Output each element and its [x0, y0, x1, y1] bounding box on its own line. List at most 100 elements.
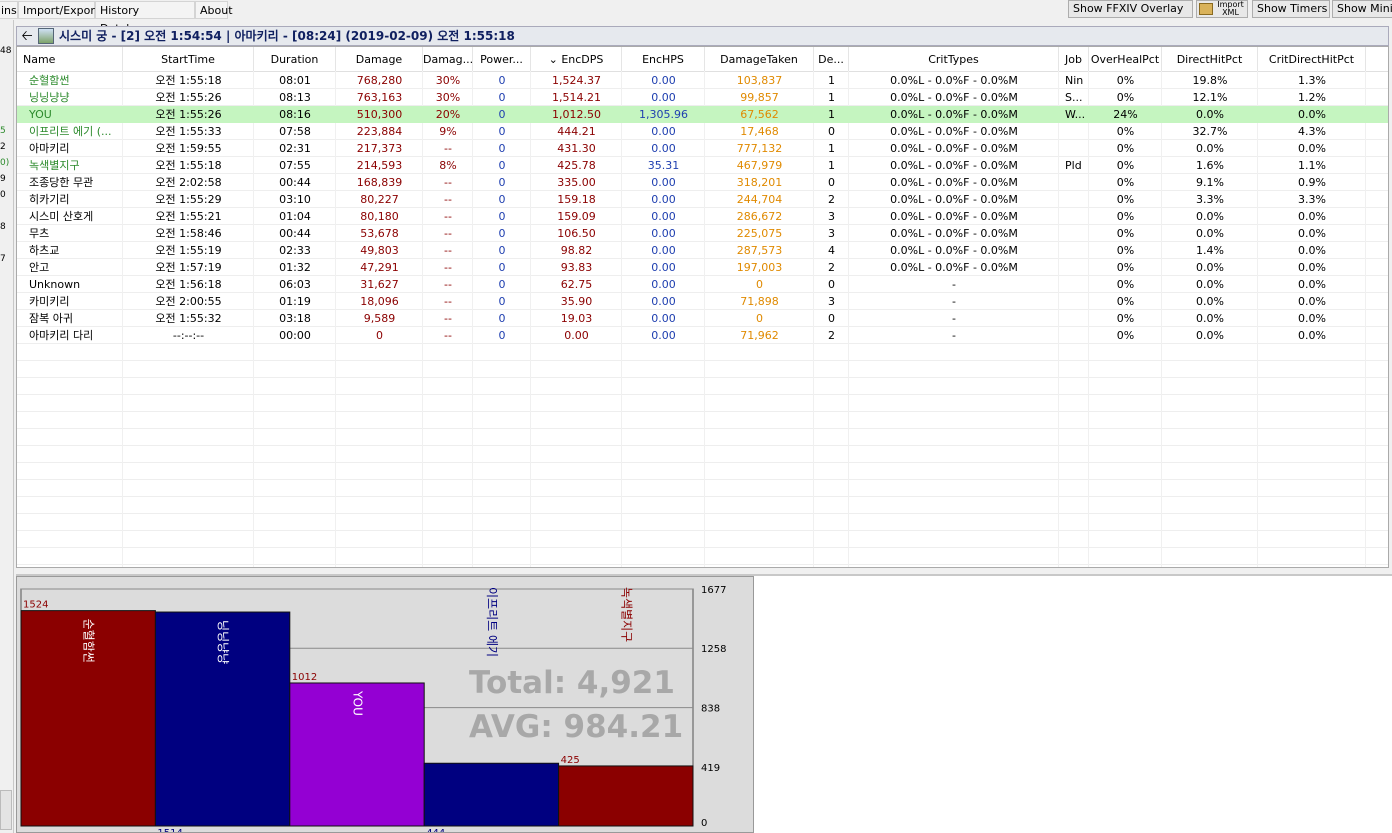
- grid-line: [17, 530, 1388, 531]
- bar-category-label: 순혈함썬: [82, 619, 96, 663]
- chart-area: 1677 1258 838 419 0 Total: 4,921 AVG: 984.21 15…: [16, 574, 1392, 833]
- table-cell-dmgpct: --: [444, 329, 452, 342]
- table-cell-power: 0: [498, 312, 506, 325]
- table-cell-encdps: 0.00: [564, 329, 589, 342]
- table-cell-deaths: 2: [828, 193, 835, 206]
- menu-plugins[interactable]: ins: [0, 1, 18, 19]
- column-header-label: OverHealPct: [1090, 53, 1160, 66]
- table-cell-overheal: 0%: [1116, 125, 1135, 138]
- table-row[interactable]: 카미키리 오전 2:00:55 01:19 18,096 -- 0 35.90 0.00 71,…: [17, 293, 1388, 310]
- table-row[interactable]: 하츠교 오전 1:55:19 02:33 49,803 -- 0 98.82 0.00 287,…: [17, 242, 1388, 259]
- column-header[interactable]: ⌄ EncDPS: [531, 47, 622, 71]
- table-cell-cdh: 0.0%: [1298, 227, 1326, 240]
- column-header[interactable]: Damag...: [423, 47, 473, 71]
- table-cell-dur: 08:16: [279, 108, 311, 121]
- show-ffxiv-overlay-button[interactable]: Show FFXIV Overlay: [1068, 0, 1193, 18]
- table-cell-crit: 0.0%L - 0.0%F - 0.0%M: [890, 142, 1018, 155]
- column-header[interactable]: De...: [814, 47, 849, 71]
- column-header-label: Power...: [480, 53, 523, 66]
- table-cell-cdh: 0.0%: [1298, 312, 1326, 325]
- table-cell-overheal: 0%: [1116, 261, 1135, 274]
- table-row[interactable]: 닝닝냥냥 오전 1:55:26 08:13 763,163 30% 0 1,514.21 0.…: [17, 89, 1388, 106]
- table-cell-deaths: 0: [828, 278, 835, 291]
- table-row[interactable]: 녹색별지구 오전 1:55:18 07:55 214,593 8% 0 425.78 35.3…: [17, 157, 1388, 174]
- table-cell-overheal: 0%: [1116, 329, 1135, 342]
- column-header[interactable]: Power...: [473, 47, 531, 71]
- menu-import-export[interactable]: Import/Export: [18, 1, 99, 19]
- table-cell-power: 0: [498, 227, 506, 240]
- column-header[interactable]: Name: [17, 47, 123, 71]
- encdps-bar-chart: 1677 1258 838 419 0 Total: 4,921 AVG: 984.21 15…: [16, 576, 754, 833]
- table-cell-power: 0: [498, 329, 506, 342]
- table-cell-dh: 1.4%: [1196, 244, 1224, 257]
- column-header[interactable]: CritTypes: [849, 47, 1059, 71]
- column-header[interactable]: DirectHitPct: [1162, 47, 1258, 71]
- table-row[interactable]: 아마키리 다리 --:--:-- 00:00 0 -- 0 0.00 0.00 71,962 2 -…: [17, 327, 1388, 344]
- table-cell-job: [1059, 123, 1089, 140]
- column-header[interactable]: Duration: [254, 47, 336, 71]
- table-cell-enchps: 0.00: [651, 125, 676, 138]
- table-cell-job: [1059, 225, 1089, 242]
- table-cell-dmg: 31,627: [360, 278, 399, 291]
- table-row[interactable]: YOU 오전 1:55:26 08:16 510,300 20% 0 1,012.50 1,3…: [17, 106, 1388, 123]
- table-cell-cdh: 0.0%: [1298, 329, 1326, 342]
- table-cell-overheal: 0%: [1116, 227, 1135, 240]
- table-cell-job: [1059, 174, 1089, 191]
- table-row[interactable]: 잠복 아귀 오전 1:55:32 03:18 9,589 -- 0 19.03 0.00 0 0 -…: [17, 310, 1388, 327]
- column-header[interactable]: CritDirectHitPct: [1258, 47, 1366, 71]
- left-strip-text: 5: [0, 126, 6, 136]
- y-tick-label: 838: [701, 704, 720, 715]
- table-row[interactable]: 순혈함썬 오전 1:55:18 08:01 768,280 30% 0 1,524.37 0.…: [17, 72, 1388, 89]
- column-header[interactable]: DamageTaken: [705, 47, 814, 71]
- table-cell-job: [1059, 140, 1089, 157]
- table-cell-job: S...: [1065, 91, 1083, 104]
- column-header[interactable]: Damage: [336, 47, 423, 71]
- table-cell-encdps: 19.03: [560, 312, 593, 325]
- table-row[interactable]: 안고 오전 1:57:19 01:32 47,291 -- 0 93.83 0.00 197,0…: [17, 259, 1388, 276]
- table-cell-dur: 08:13: [279, 91, 311, 104]
- left-strip-text: 2: [0, 142, 6, 152]
- y-tick-label: 1677: [701, 585, 726, 596]
- column-header[interactable]: StartTime: [123, 47, 254, 71]
- table-cell-encdps: 431.30: [557, 142, 596, 155]
- table-row[interactable]: 시스미 산호게 오전 1:55:21 01:04 80,180 -- 0 159.09 0.0…: [17, 208, 1388, 225]
- table-cell-enchps: 0.00: [651, 91, 676, 104]
- table-row[interactable]: 조종당한 무관 오전 2:02:58 00:44 168,839 -- 0 335.00 0.…: [17, 174, 1388, 191]
- column-header[interactable]: EncHPS: [622, 47, 705, 71]
- menu-about[interactable]: About: [195, 1, 233, 19]
- table-row[interactable]: 이프리트 에기 (... 오전 1:55:33 07:58 223,884 9% 0 444…: [17, 123, 1388, 140]
- column-header[interactable]: Job: [1059, 47, 1089, 71]
- y-tick-label: 1258: [701, 644, 726, 655]
- import-xml-button[interactable]: Import XML: [1196, 0, 1248, 18]
- table-cell-dmg: 18,096: [360, 295, 399, 308]
- table-cell-cdh: 0.0%: [1298, 244, 1326, 257]
- table-cell-job: [1059, 242, 1089, 259]
- table-row[interactable]: 아마키리 오전 1:59:55 02:31 217,373 -- 0 431.30 0.00 7…: [17, 140, 1388, 157]
- table-row[interactable]: 히카기리 오전 1:55:29 03:10 80,227 -- 0 159.18 0.00 24…: [17, 191, 1388, 208]
- show-mini-button[interactable]: Show Mini: [1332, 0, 1392, 18]
- back-arrow-icon[interactable]: 🡠: [19, 28, 35, 44]
- menu-history-database[interactable]: History Database: [95, 1, 195, 35]
- table-cell-power: 0: [498, 159, 506, 172]
- table-cell-dur: 01:04: [279, 210, 311, 223]
- table-row[interactable]: 무츠 오전 1:58:46 00:44 53,678 -- 0 106.50 0.00 225,…: [17, 225, 1388, 242]
- table-cell-power: 0: [498, 210, 506, 223]
- column-header-label: Job: [1065, 53, 1082, 66]
- table-cell-taken: 99,857: [740, 91, 779, 104]
- table-cell-dmgpct: 30%: [435, 91, 461, 104]
- combatant-table[interactable]: Name StartTime Duration Damage Damag... Power…: [16, 46, 1389, 568]
- table-cell-overheal: 0%: [1116, 91, 1135, 104]
- table-cell-dur: 03:10: [279, 193, 311, 206]
- column-header[interactable]: OverHealPct: [1089, 47, 1162, 71]
- table-cell-cdh: 0.0%: [1298, 278, 1326, 291]
- table-cell-crit: 0.0%L - 0.0%F - 0.0%M: [890, 108, 1018, 121]
- show-timers-button[interactable]: Show Timers: [1252, 0, 1330, 18]
- left-strip-scrollbar[interactable]: [0, 790, 12, 830]
- table-cell-start: 오전 1:55:29: [155, 193, 222, 206]
- table-row[interactable]: Unknown 오전 1:56:18 06:03 31,627 -- 0 62.75 0.00…: [17, 276, 1388, 293]
- image-icon[interactable]: [38, 28, 54, 44]
- table-cell-name: 카미키리: [29, 295, 70, 308]
- table-cell-name: 히카기리: [29, 193, 70, 206]
- table-cell-power: 0: [498, 125, 506, 138]
- grid-line: [17, 428, 1388, 429]
